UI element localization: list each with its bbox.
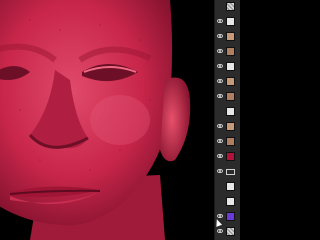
visibility-eye-icon[interactable] — [217, 154, 223, 158]
layer-thumbnail-icon — [226, 32, 235, 41]
layer-row[interactable] — [215, 165, 241, 179]
visibility-eye-icon[interactable] — [217, 214, 223, 218]
head-render — [0, 0, 191, 240]
visibility-eye-icon[interactable] — [217, 64, 223, 68]
layer-thumbnail-icon — [226, 197, 235, 206]
layer-row[interactable] — [215, 135, 241, 149]
visibility-eye-icon[interactable] — [217, 139, 223, 143]
layer-row[interactable] — [215, 195, 241, 209]
layer-thumbnail-icon — [226, 122, 235, 131]
layer-row[interactable] — [215, 15, 241, 29]
layer-thumbnail-icon — [226, 182, 235, 191]
folder-icon — [226, 167, 235, 176]
layer-row[interactable] — [215, 0, 241, 14]
pattern-icon — [226, 2, 235, 11]
visibility-eye-icon[interactable] — [217, 124, 223, 128]
color-fill-icon — [226, 212, 235, 221]
visibility-eye-icon[interactable] — [217, 169, 223, 173]
layer-thumbnail-icon — [226, 62, 235, 71]
layer-thumbnail-icon — [226, 17, 235, 26]
layer-row[interactable] — [215, 30, 241, 44]
layer-thumbnail-icon — [226, 77, 235, 86]
canvas-viewport[interactable] — [0, 0, 214, 240]
pattern-icon — [226, 227, 235, 236]
color-fill-icon — [226, 152, 235, 161]
visibility-eye-icon[interactable] — [217, 34, 223, 38]
layers-panel — [214, 0, 240, 240]
layer-row[interactable] — [215, 180, 241, 194]
layer-row[interactable] — [215, 75, 241, 89]
layer-thumbnail-icon — [226, 107, 235, 116]
layer-row[interactable] — [215, 120, 241, 134]
visibility-eye-icon[interactable] — [217, 19, 223, 23]
layer-thumbnail-icon — [226, 137, 235, 146]
layer-row[interactable] — [215, 45, 241, 59]
layer-row[interactable] — [215, 90, 241, 104]
layer-row[interactable] — [215, 60, 241, 74]
layer-thumbnail-icon — [226, 92, 235, 101]
visibility-eye-icon[interactable] — [217, 79, 223, 83]
visibility-eye-icon[interactable] — [217, 229, 223, 233]
visibility-eye-icon[interactable] — [217, 49, 223, 53]
layer-thumbnail-icon — [226, 47, 235, 56]
visibility-eye-icon[interactable] — [217, 94, 223, 98]
layer-row[interactable] — [215, 105, 241, 119]
layer-row[interactable] — [215, 225, 241, 239]
layer-row[interactable] — [215, 150, 241, 164]
